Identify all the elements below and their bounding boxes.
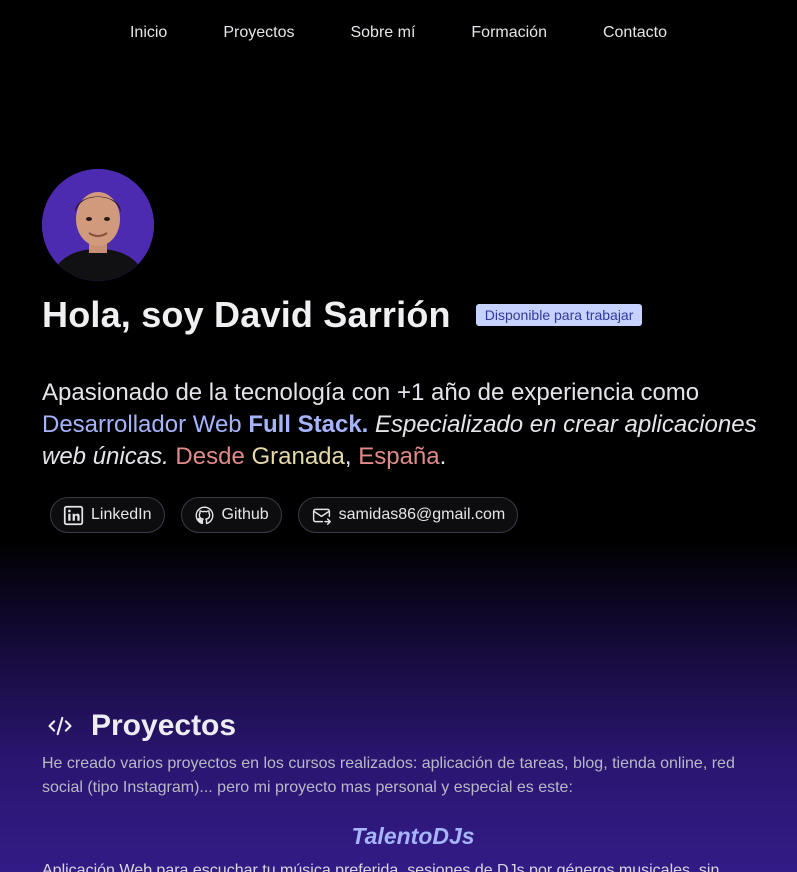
- hero-bio: Apasionado de la tecnología con +1 año d…: [42, 377, 757, 473]
- featured-project-name[interactable]: TalentoDJs: [0, 823, 797, 850]
- linkedin-label: LinkedIn: [91, 506, 152, 523]
- nav-link-proyectos[interactable]: Proyectos: [223, 24, 294, 42]
- projects-heading: Proyectos: [46, 709, 236, 743]
- projects-title: Proyectos: [91, 709, 237, 742]
- profile-photo: [42, 169, 154, 281]
- mail-icon: [312, 508, 331, 525]
- bio-country: España: [358, 443, 440, 470]
- linkedin-button[interactable]: LinkedIn: [50, 497, 165, 533]
- hero-title-row: Hola, soy David Sarrión Disponible para …: [42, 294, 643, 336]
- social-links: LinkedIn Github samidas86@gmail.com: [50, 497, 534, 533]
- github-label: Github: [221, 506, 269, 523]
- github-button[interactable]: Github: [180, 497, 282, 533]
- bio-comma: ,: [344, 443, 359, 470]
- bio-role: Desarrollador Web: [42, 411, 249, 438]
- top-nav: Inicio Proyectos Sobre mí Formación Cont…: [0, 0, 797, 66]
- code-icon: [48, 716, 72, 736]
- nav-link-contacto[interactable]: Contacto: [603, 24, 667, 42]
- avatar: [42, 169, 154, 281]
- github-icon: [195, 505, 213, 524]
- nav-link-formacion[interactable]: Formación: [471, 24, 547, 42]
- nav-link-sobre-mi[interactable]: Sobre mí: [350, 24, 415, 42]
- featured-project-text: Aplicación Web para escuchar tu música p…: [42, 862, 720, 872]
- bio-stack: Full Stack.: [248, 411, 369, 438]
- projects-description: He creado varios proyectos en los cursos…: [42, 755, 735, 796]
- bio-city: Granada: [251, 443, 345, 470]
- email-label: samidas86@gmail.com: [338, 506, 506, 523]
- availability-badge: Disponible para trabajar: [475, 304, 643, 326]
- bio-period: .: [439, 443, 447, 470]
- email-button[interactable]: samidas86@gmail.com: [297, 497, 519, 533]
- nav-link-inicio[interactable]: Inicio: [130, 24, 167, 42]
- linkedin-icon: [63, 505, 84, 525]
- bio-desde: Desde: [175, 443, 245, 470]
- page-title: Hola, soy David Sarrión: [42, 294, 451, 335]
- bio-text: Apasionado de la tecnología con +1 año d…: [42, 379, 700, 406]
